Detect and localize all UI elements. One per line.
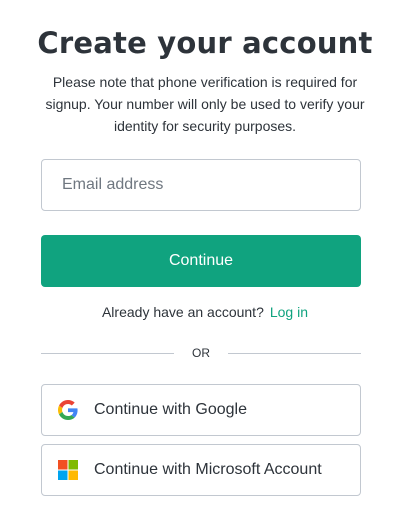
continue-with-google-button[interactable]: Continue with Google bbox=[41, 384, 361, 436]
page-subtitle: Please note that phone verification is r… bbox=[45, 74, 365, 134]
divider-line-right bbox=[228, 353, 361, 354]
login-link[interactable]: Log in bbox=[270, 304, 308, 320]
google-icon bbox=[58, 400, 78, 420]
continue-with-microsoft-button[interactable]: Continue with Microsoft Account bbox=[41, 444, 361, 496]
signup-page: Create your account Please note that pho… bbox=[0, 0, 410, 532]
login-prompt-row: Already have an account? Log in bbox=[0, 304, 410, 320]
or-divider: OR bbox=[41, 345, 361, 361]
microsoft-icon bbox=[58, 460, 78, 480]
email-field[interactable] bbox=[41, 159, 361, 211]
continue-button[interactable]: Continue bbox=[41, 235, 361, 287]
login-prompt-text: Already have an account? bbox=[101, 304, 264, 320]
google-button-label: Continue with Google bbox=[94, 401, 247, 418]
microsoft-button-label: Continue with Microsoft Account bbox=[94, 461, 322, 478]
page-title: Create your account bbox=[37, 26, 373, 60]
